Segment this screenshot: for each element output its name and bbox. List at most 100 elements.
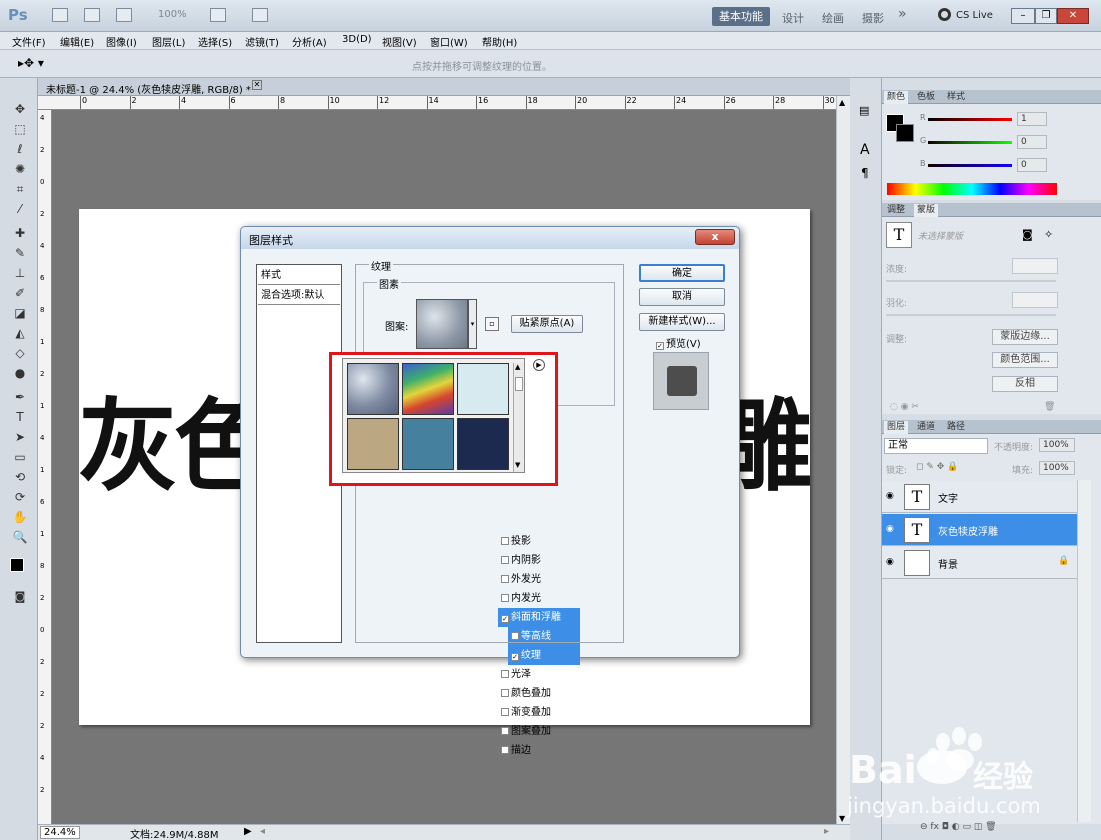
pattern-blue-stone-swatch[interactable] [402, 418, 454, 470]
paragraph-panel-icon[interactable]: ¶ [861, 166, 869, 180]
dialog-close-button[interactable]: x [695, 229, 735, 245]
blur-tool-icon[interactable]: ◇ [11, 344, 29, 362]
zoom-tool-icon[interactable]: 🔍 [11, 528, 29, 546]
path-select-tool-icon[interactable]: ➤ [11, 428, 29, 446]
history-panel-icon[interactable]: ▤ [859, 104, 869, 117]
blend-mode-select[interactable]: 正常 [884, 438, 988, 454]
channel-b-value[interactable]: 0 [1017, 158, 1047, 172]
menu-3d[interactable]: 3D(D) [342, 34, 372, 45]
layers-footer-icons[interactable]: ⊖ fx ◘ ◐ ▭ ◫ 🗑 [920, 822, 997, 832]
workspace-painting[interactable]: 绘画 [822, 10, 844, 26]
more-workspaces-icon[interactable]: » [898, 6, 907, 22]
layer-row[interactable]: ◉ 背景 🔒 [882, 547, 1077, 579]
density-input[interactable] [1012, 258, 1058, 274]
menu-image[interactable]: 图像(I) [106, 34, 137, 49]
minimize-button[interactable]: – [1011, 8, 1035, 24]
tab-paths[interactable]: 路径 [944, 421, 968, 434]
pixel-mask-icon[interactable]: ◙ [1022, 228, 1033, 241]
menu-filter[interactable]: 滤镜(T) [245, 34, 279, 49]
eye-icon[interactable]: ◉ [886, 524, 894, 534]
color-range-button[interactable]: 颜色范围... [992, 352, 1058, 368]
eye-icon[interactable]: ◉ [886, 557, 894, 567]
hscroll-left-icon[interactable]: ◂ [260, 826, 265, 837]
cslive-menu[interactable]: CS Live [956, 10, 993, 21]
pattern-rainbow-swatch[interactable] [402, 363, 454, 415]
style-item-checkbox[interactable] [501, 689, 509, 697]
brush-tool-icon[interactable]: ✎ [11, 244, 29, 262]
lock-icons[interactable]: ◻ ✎ ✥ 🔒 [916, 462, 958, 472]
fill-input[interactable]: 100% [1039, 461, 1075, 475]
eraser-tool-icon[interactable]: ◪ [11, 304, 29, 322]
snap-to-origin-button[interactable]: 贴紧原点(A) [511, 315, 583, 333]
quick-select-tool-icon[interactable]: ✺ [11, 160, 29, 178]
3d-rotate-tool-icon[interactable]: ⟲ [11, 468, 29, 486]
tab-layers[interactable]: 图层 [884, 421, 909, 434]
marquee-tool-icon[interactable]: ⬚ [11, 120, 29, 138]
dodge-tool-icon[interactable]: ● [11, 364, 29, 382]
menu-view[interactable]: 视图(V) [382, 34, 417, 49]
preview-checkbox[interactable]: ✓ 预览(V) [656, 335, 701, 350]
style-item-checkbox[interactable] [501, 746, 509, 754]
ok-button[interactable]: 确定 [639, 264, 725, 282]
tab-adjustments[interactable]: 调整 [884, 204, 908, 217]
menu-window[interactable]: 窗口(W) [430, 34, 468, 49]
mask-delete-icon[interactable]: 🗑 [1044, 402, 1055, 412]
eyedropper-tool-icon[interactable]: ⁄ [11, 200, 29, 218]
mask-edge-button[interactable]: 蒙版边缘... [992, 329, 1058, 345]
channel-r-value[interactable]: 1 [1017, 112, 1047, 126]
close-window-button[interactable]: ✕ [1057, 8, 1089, 24]
layer-row[interactable]: ◉ T 文字 [882, 481, 1077, 513]
layer-row[interactable]: ◉ T 灰色犊皮浮雕 [882, 514, 1077, 546]
restore-button[interactable]: ❐ [1035, 8, 1057, 24]
channel-r-slider[interactable] [928, 118, 1012, 121]
channel-g-value[interactable]: 0 [1017, 135, 1047, 149]
move-tool-icon[interactable]: ✥ [11, 100, 29, 118]
picker-scroll-down-icon[interactable]: ▼ [515, 461, 520, 469]
opacity-input[interactable]: 100% [1039, 438, 1075, 452]
move-tool-preset-icon[interactable]: ▸✥ ▾ [18, 56, 44, 70]
mask-footer-icons[interactable]: ◌ ◉ ✂ [890, 402, 919, 412]
tab-channels[interactable]: 通道 [914, 421, 938, 434]
workspace-photography[interactable]: 摄影 [862, 10, 884, 26]
channel-b-slider[interactable] [928, 164, 1012, 167]
bridge-icon[interactable] [52, 8, 68, 22]
tab-color[interactable]: 颜色 [884, 91, 909, 104]
style-item-checkbox[interactable] [501, 727, 509, 735]
scroll-up-icon[interactable]: ▲ [839, 98, 845, 107]
paint-bucket-tool-icon[interactable]: ◭ [11, 324, 29, 342]
channel-g-slider[interactable] [928, 141, 1012, 144]
tab-styles[interactable]: 样式 [944, 91, 968, 104]
type-tool-icon[interactable]: T [11, 408, 29, 426]
screen-mode-icon[interactable] [252, 8, 268, 22]
preview-checkbox-box[interactable]: ✓ [656, 342, 664, 350]
workspace-design[interactable]: 设计 [782, 10, 804, 26]
status-menu-icon[interactable]: ▶ [244, 826, 252, 837]
style-item[interactable]: 图案叠加 [498, 722, 580, 741]
feather-input[interactable] [1012, 292, 1058, 308]
pattern-tan-swatch[interactable] [347, 418, 399, 470]
style-item[interactable]: 光泽 [498, 665, 580, 684]
vector-mask-icon[interactable]: ✧ [1044, 228, 1053, 241]
stamp-tool-icon[interactable]: ⊥ [11, 264, 29, 282]
style-item[interactable]: 渐变叠加 [498, 703, 580, 722]
close-document-icon[interactable]: ✕ [252, 80, 262, 90]
style-item[interactable]: ✓ 纹理 [508, 646, 580, 665]
density-slider[interactable] [886, 280, 1056, 282]
menu-help[interactable]: 帮助(H) [482, 34, 517, 49]
arrange-documents-icon[interactable] [210, 8, 226, 22]
status-zoom[interactable]: 24.4% [40, 826, 80, 839]
3d-orbit-tool-icon[interactable]: ⟳ [11, 488, 29, 506]
tab-swatches[interactable]: 色板 [914, 91, 938, 104]
pattern-dropdown-arrow[interactable]: ▾ [468, 299, 477, 349]
menu-select[interactable]: 选择(S) [198, 34, 232, 49]
hscroll-right-icon[interactable]: ▸ [824, 826, 829, 837]
style-item-checkbox[interactable]: ✓ [511, 653, 519, 661]
history-brush-tool-icon[interactable]: ✐ [11, 284, 29, 302]
picker-scroll-up-icon[interactable]: ▲ [515, 363, 520, 371]
view-extras-icon[interactable] [116, 8, 132, 22]
crop-tool-icon[interactable]: ⌗ [11, 180, 29, 198]
picker-scroll-thumb[interactable] [515, 377, 523, 391]
shape-tool-icon[interactable]: ▭ [11, 448, 29, 466]
healing-brush-tool-icon[interactable]: ✚ [11, 224, 29, 242]
cancel-button[interactable]: 取消 [639, 288, 725, 306]
